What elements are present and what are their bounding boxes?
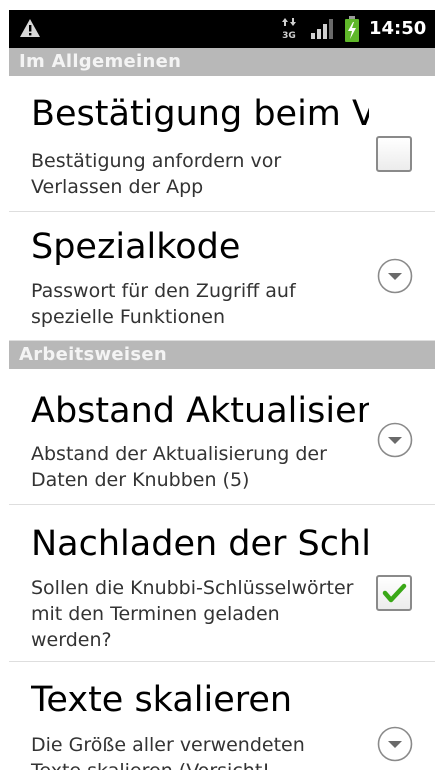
- category-header-general: Im Allgemeinen: [9, 48, 435, 76]
- pref-special-code[interactable]: Spezialkode Passwort für den Zugriff auf…: [9, 212, 435, 341]
- status-bar: 3G 14:50: [9, 10, 435, 48]
- pref-confirm-exit[interactable]: Bestätigung beim Verlassen Bestätigung a…: [9, 76, 435, 212]
- pref-summary: Abstand der Aktualisierung der Daten der…: [31, 443, 327, 491]
- battery-charging-icon: [345, 16, 359, 42]
- dropdown-arrow-icon[interactable]: [377, 258, 413, 294]
- checkbox-confirm-exit[interactable]: [376, 136, 412, 172]
- pref-summary: Sollen die Knubbi-Schlüsselwörter mit de…: [31, 577, 354, 651]
- checkmark-icon: [382, 583, 407, 603]
- pref-summary: Die Größe aller verwendeten Texte skalie…: [31, 734, 305, 770]
- signal-icon: [311, 19, 333, 39]
- pref-title: Spezialkode: [31, 227, 241, 267]
- checkbox-reload-keywords[interactable]: [376, 575, 412, 611]
- pref-title: Nachladen der Schlüsselwörter: [31, 524, 369, 564]
- category-header-workflows: Arbeitsweisen: [9, 341, 435, 369]
- pref-title: Abstand Aktualisierung: [31, 391, 369, 431]
- status-clock: 14:50: [369, 18, 427, 39]
- pref-scale-text[interactable]: Texte skalieren Die Größe aller verwende…: [9, 662, 435, 770]
- dropdown-arrow-icon[interactable]: [377, 726, 413, 762]
- pref-summary: Bestätigung anfordern vor Verlassen der …: [31, 150, 282, 198]
- pref-title: Texte skalieren: [31, 680, 293, 720]
- pref-title: Bestätigung beim Verlassen: [31, 94, 369, 134]
- pref-update-interval[interactable]: Abstand Aktualisierung Abstand der Aktua…: [9, 369, 435, 505]
- pref-reload-keywords[interactable]: Nachladen der Schlüsselwörter Sollen die…: [9, 505, 435, 662]
- settings-screen: 3G 14:50 Im Allgemeinen Bestätigung beim…: [9, 10, 435, 770]
- dropdown-arrow-icon[interactable]: [377, 422, 413, 458]
- pref-summary: Passwort für den Zugriff auf spezielle F…: [31, 280, 296, 328]
- network-3g-icon: 3G: [282, 18, 296, 40]
- network-label: 3G: [282, 31, 296, 40]
- warning-icon: [20, 19, 40, 37]
